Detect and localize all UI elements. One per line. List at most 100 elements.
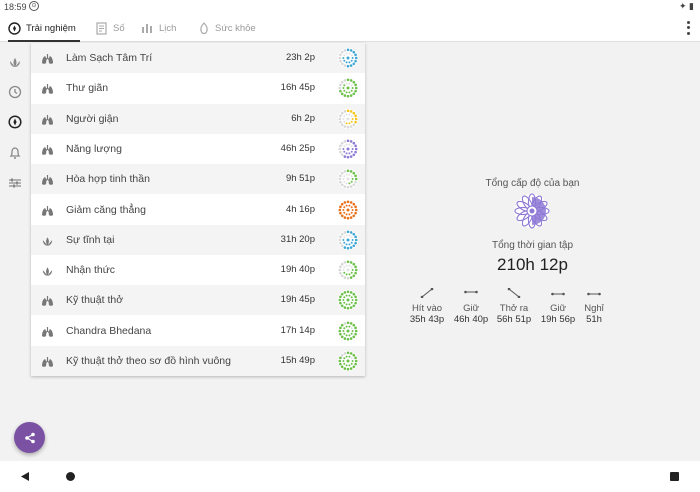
back-icon[interactable] (20, 471, 30, 482)
progress-ring-icon (337, 138, 359, 160)
exercise-list: Làm Sạch Tâm Trí 23h 2p Thư giãn 16h 45p Ngư… (31, 43, 365, 376)
exercise-duration: 19h 45p (280, 294, 315, 306)
lungs-icon (41, 52, 54, 64)
lotus-icon (41, 264, 54, 276)
list-item[interactable]: Hòa hợp tinh thần 9h 51p (31, 164, 365, 195)
progress-ring-icon (337, 168, 359, 190)
lungs-icon (41, 325, 54, 337)
stat-label: Nghỉ (584, 303, 604, 314)
progress-ring-icon (337, 289, 359, 311)
exercise-name: Hòa hợp tinh thần (66, 173, 150, 186)
tab-health[interactable]: Sức khỏe (197, 14, 256, 42)
bar-chart-icon (141, 22, 154, 35)
rest-arrow-icon (569, 288, 619, 298)
tab-label: Sức khỏe (215, 22, 256, 34)
exercise-name: Kỹ thuật thở theo sơ đồ hình vuông (66, 355, 231, 367)
tab-label: Lịch (159, 22, 177, 34)
list-item[interactable]: Giảm căng thẳng 4h 16p (31, 195, 365, 225)
level-mandala-icon (514, 193, 550, 229)
list-item[interactable]: Thư giãn 16h 45p (31, 73, 365, 103)
share-icon (24, 432, 35, 443)
top-tab-bar: Trải nghiệm Số Lịch Sức khỏe (0, 14, 700, 42)
progress-ring-icon (337, 199, 359, 221)
exercise-duration: 46h 25p (280, 142, 315, 154)
stat-value: 51h (586, 314, 602, 325)
list-item[interactable]: Kỹ thuật thở 19h 45p (31, 285, 365, 316)
exercise-duration: 9h 51p (285, 173, 315, 185)
exercise-name: Kỹ thuật thở (66, 294, 124, 307)
exercise-name: Làm Sạch Tâm Trí (66, 52, 153, 64)
progress-ring-icon (337, 47, 359, 69)
list-item[interactable]: Năng lượng 46h 25p (31, 134, 365, 164)
list-item[interactable]: Sự tĩnh tại 31h 20p (31, 224, 365, 255)
progress-ring-icon (337, 320, 359, 342)
progress-ring-icon (337, 77, 359, 99)
side-nav-rail (0, 43, 30, 461)
exercise-name: Nhận thức (66, 264, 116, 277)
tab-label: Trải nghiệm (26, 22, 76, 34)
inhale-arrow-icon (402, 288, 452, 298)
lungs-icon (41, 143, 54, 155)
document-icon (95, 21, 108, 35)
list-item[interactable]: Làm Sạch Tâm Trí 23h 2p (31, 43, 365, 73)
stat-value: 35h 43p (409, 314, 445, 325)
exercise-name: Người giận (66, 112, 119, 125)
more-options-icon[interactable] (684, 20, 692, 36)
bell-icon[interactable] (7, 145, 23, 161)
exercise-duration: 17h 14p (280, 324, 315, 336)
exercise-name: Sự tĩnh tại (66, 233, 115, 246)
exercise-duration: 16h 45p (280, 82, 315, 94)
exercise-name: Thư giãn (66, 82, 109, 95)
stat-label: Thở ra (499, 303, 529, 314)
health-icon (197, 21, 210, 35)
tab-label: Số (113, 22, 125, 34)
list-item[interactable]: Nhận thức 19h 40p (31, 255, 365, 285)
system-nav-bar (0, 461, 700, 492)
status-bar: 18:59 ⊙ ✦ ▮ (0, 0, 700, 14)
summary-panel: Tổng cấp độ của bạn Tổng thời gian tập 2… (365, 43, 700, 461)
progress-ring-icon (337, 108, 359, 130)
compass-icon (8, 21, 21, 35)
level-label: Tổng cấp độ của bạn (485, 178, 580, 189)
exercise-name: Năng lượng (66, 142, 122, 155)
exhale-arrow-icon (489, 288, 539, 298)
share-button[interactable] (14, 422, 45, 453)
list-item[interactable]: Kỹ thuật thở theo sơ đồ hình vuông 15h 49… (31, 346, 365, 376)
recent-apps-icon[interactable] (670, 472, 679, 481)
breath-stat: Thở ra 56h 51p (489, 288, 539, 325)
tab-calendar[interactable]: Lịch (141, 14, 176, 42)
home-icon[interactable] (66, 472, 75, 481)
stat-label: Hít vào (411, 303, 443, 314)
lungs-icon (41, 82, 54, 95)
progress-ring-icon (337, 229, 359, 251)
notification-icon: ⊙ (29, 1, 39, 11)
lungs-icon (41, 113, 54, 125)
lungs-icon (41, 294, 54, 307)
status-time: 18:59 (4, 2, 27, 12)
exercise-duration: 31h 20p (280, 233, 315, 245)
progress-ring-icon (337, 350, 359, 372)
exercise-duration: 4h 16p (285, 203, 315, 215)
list-item[interactable]: Người giận 6h 2p (31, 103, 365, 134)
lungs-icon (41, 355, 54, 367)
breath-stat: Hít vào 35h 43p (402, 288, 452, 325)
history-icon[interactable] (7, 84, 23, 100)
lungs-icon (41, 173, 54, 185)
exercise-name: Chandra Bhedana (66, 324, 152, 337)
exercise-duration: 23h 2p (285, 52, 315, 63)
breath-stat: Nghỉ 51h (569, 288, 619, 325)
lotus-icon[interactable] (7, 54, 23, 70)
tab-experience[interactable]: Trải nghiệm (8, 14, 80, 42)
exercise-name: Giảm căng thẳng (66, 203, 146, 216)
signal-icon: ✦ ▮ (679, 1, 694, 11)
total-time-value: 210h 12p (497, 255, 568, 274)
tab-numbers[interactable]: Số (95, 14, 125, 42)
sliders-icon[interactable] (7, 175, 23, 191)
exercise-duration: 6h 2p (291, 112, 315, 124)
lungs-icon (41, 204, 54, 216)
lotus-icon (41, 234, 54, 246)
compass-icon[interactable] (7, 114, 23, 130)
list-item[interactable]: Chandra Bhedana 17h 14p (31, 316, 365, 346)
progress-ring-icon (337, 259, 359, 281)
exercise-duration: 19h 40p (280, 264, 315, 276)
